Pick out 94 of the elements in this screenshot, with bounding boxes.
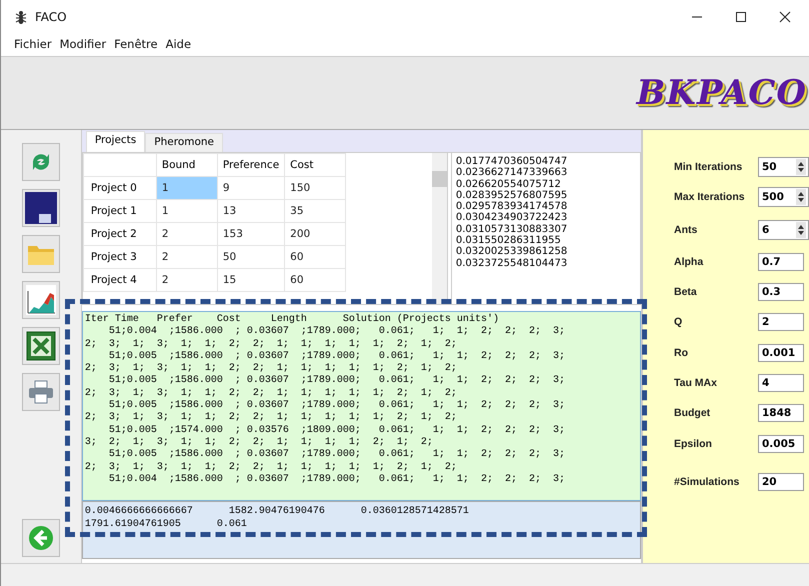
log-line: 3; 2; 1; 3; 1; 1; 2; 2; 1; 1; 1; 1; 2; 1; 2; [84, 436, 434, 449]
spreadsheet-button[interactable] [22, 327, 60, 365]
parameter-label: Q [674, 316, 684, 328]
row-header[interactable]: Project 0 [83, 176, 156, 200]
menu-item[interactable]: Fichier [14, 37, 52, 51]
scrollbar[interactable] [432, 153, 447, 304]
spinner-arrows-icon[interactable] [796, 222, 806, 238]
table-cell[interactable]: 13 [217, 200, 285, 222]
table-cell[interactable]: 60 [284, 268, 346, 292]
parameter-label: #Simulations [674, 476, 740, 488]
row-header[interactable]: Project 3 [83, 246, 156, 268]
refresh-button[interactable] [22, 143, 60, 181]
table-cell[interactable]: 50 [217, 246, 285, 268]
spinner-field[interactable]: 6 [758, 220, 809, 240]
spinner-field[interactable]: 500 [758, 187, 809, 208]
log-line: 51;0.005 ;1586.000 ; 0.03607 ;1789.000; 0.061; 1; 1; 2; 2; 2; 3; [108, 350, 566, 363]
table-cell[interactable]: 60 [284, 246, 346, 268]
spreadsheet-icon [26, 331, 56, 361]
table-cell[interactable]: 150 [284, 176, 346, 200]
table-cell[interactable]: 35 [284, 200, 346, 222]
back-button[interactable] [22, 519, 60, 557]
log-line: 2; 3; 1; 3; 1; 1; 2; 2; 1; 1; 1; 1; 1; 2; 1; 2; [84, 412, 458, 425]
spinner-arrows-icon[interactable] [796, 189, 806, 206]
table-cell[interactable]: 1 [156, 200, 218, 222]
maximize-icon[interactable] [735, 11, 747, 23]
log-line: 51;0.004 ;1586.000 ; 0.03607 ;1789.000; 0.061; 1; 1; 2; 2; 2; 3; [108, 474, 566, 486]
log-line: 51;0.005 ;1586.000 ; 0.03607 ;1789.000; 0.061; 1; 1; 2; 2; 2; 3; [108, 449, 566, 462]
table-cell[interactable]: 9 [217, 176, 285, 200]
close-icon[interactable] [779, 11, 791, 23]
log-line: 2; 3; 1; 3; 1; 1; 2; 2; 1; 1; 1; 1; 1; 2; 1; 2; [84, 462, 458, 474]
log-line: 51;0.004 ;1586.000 ; 0.03607 ;1789.000; 0.061; 1; 1; 2; 2; 2; 3; [108, 326, 566, 339]
log-line: Iter Time Prefer Cost Length Solution (Projects units') [84, 314, 500, 326]
table-cell[interactable]: 15 [217, 268, 285, 292]
menu-item[interactable]: Aide [166, 37, 192, 51]
logo-text: BKPACO [636, 73, 807, 113]
table-cell[interactable]: 2 [156, 268, 218, 292]
table-cell[interactable]: 153 [217, 222, 285, 246]
log-line: 51;0.005 ;1586.000 ; 0.03607 ;1789.000; 0.061; 1; 1; 2; 2; 2; 3; [108, 400, 566, 412]
parameter-field[interactable]: 1848 [758, 404, 804, 422]
table-cell[interactable]: 2 [156, 222, 218, 246]
list-item[interactable]: 0.0283952576807595 [456, 190, 636, 202]
parameter-label: Min Iterations [674, 161, 744, 174]
log-line: 51;0.005 ;1586.000 ; 0.03607 ;1789.000; 0.061; 1; 1; 2; 2; 2; 3; [108, 375, 566, 388]
menu-item[interactable]: Modifier [60, 37, 106, 51]
chart-button[interactable] [22, 281, 60, 319]
parameter-field[interactable]: 20 [758, 472, 804, 491]
parameter-field[interactable]: 2 [758, 313, 804, 332]
list-item[interactable]: 0.0295783934174578 [456, 201, 636, 212]
spinner-arrows-icon[interactable] [796, 159, 806, 176]
spinner-field[interactable]: 50 [758, 157, 809, 178]
list-item[interactable]: 0.0310573130883307 [456, 224, 636, 236]
table-cell[interactable]: 1 [156, 176, 218, 200]
parameter-label: Beta [674, 286, 698, 298]
list-item[interactable]: 0.0304234903722423 [456, 212, 636, 224]
table-cell[interactable]: 2 [156, 246, 218, 268]
parameter-field[interactable]: 0.3 [758, 283, 804, 302]
tab[interactable]: Pheromone [145, 133, 224, 152]
parameter-field[interactable]: 0.005 [758, 434, 804, 453]
column-header: Cost [284, 154, 346, 176]
save-button[interactable] [22, 189, 60, 227]
list-item[interactable]: 0.0236627147339663 [456, 167, 636, 179]
result-line: 0.0046666666666667 1582.90476190476 0.0360128571428571 [84, 505, 470, 518]
result-line: 1791.61904761905 0.061 [84, 518, 248, 531]
list-item[interactable]: 0.0177470360504747 [456, 156, 636, 168]
parameter-label: Max Iterations [674, 191, 746, 204]
parameter-label: Ants [674, 224, 698, 236]
printer-icon [28, 380, 54, 404]
list-item[interactable]: 0.0320025339861258 [456, 246, 636, 258]
row-header[interactable]: Project 2 [83, 222, 156, 246]
window-title: FACO [35, 10, 67, 24]
list-item[interactable]: 0.0323725548104473 [456, 258, 636, 269]
parameter-label: Budget [674, 407, 712, 420]
row-header[interactable]: Project 1 [83, 200, 156, 222]
ant-icon [15, 10, 27, 24]
log-line: 2; 3; 1; 3; 1; 1; 2; 2; 1; 1; 1; 1; 1; 2; 1; 2; [84, 338, 458, 351]
parameter-label: Tau MAx [674, 376, 718, 389]
parameter-field[interactable]: 0.7 [758, 252, 804, 271]
parameter-field[interactable]: 4 [758, 374, 804, 392]
parameter-label: Ro [674, 346, 689, 359]
parameter-field[interactable]: 0.001 [758, 344, 804, 362]
list-item[interactable]: 0.031550286311955 [456, 235, 636, 246]
column-header: Preference [217, 154, 285, 176]
print-button[interactable] [22, 373, 60, 411]
log-line: 51;0.005 ;1574.000 ; 0.03576 ;1809.000; 0.061; 1; 1; 2; 2; 2; 3; [108, 424, 566, 437]
list-item[interactable]: 0.026620554075712 [456, 178, 636, 190]
log-line: 2; 3; 1; 3; 1; 1; 2; 2; 1; 1; 1; 1; 1; 2; 1; 2; [84, 388, 458, 400]
log-line: 2; 3; 1; 3; 1; 1; 2; 2; 1; 1; 1; 1; 1; 2; 1; 2; [84, 363, 458, 375]
row-header[interactable]: Project 4 [83, 268, 156, 292]
menu-item[interactable]: Fenêtre [114, 37, 158, 51]
tab[interactable]: Projects [86, 131, 146, 152]
table-cell[interactable]: 200 [284, 222, 346, 246]
area-chart-icon [26, 285, 56, 315]
parameter-label: Alpha [674, 256, 704, 268]
parameter-label: Epsilon [674, 438, 713, 450]
